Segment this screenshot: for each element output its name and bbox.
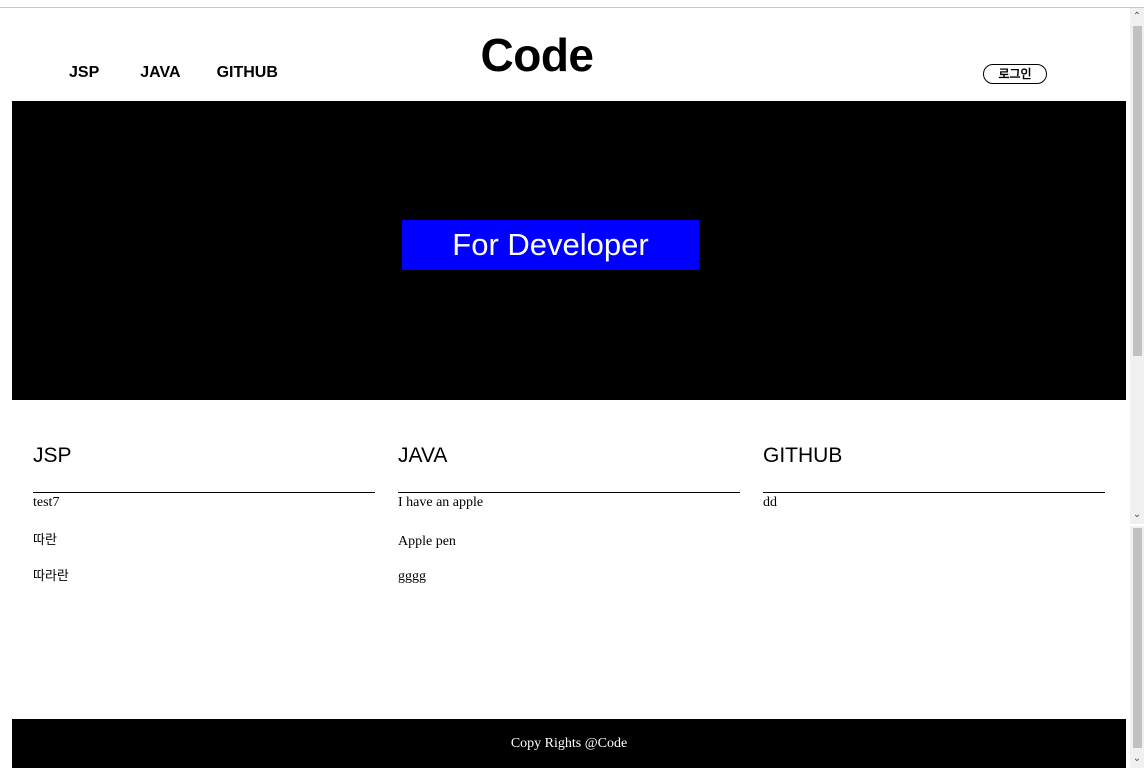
- post-list: I have an apple Apple pen gggg: [398, 493, 740, 601]
- site-logo[interactable]: Code: [12, 28, 1062, 82]
- section-title[interactable]: JSP: [33, 444, 375, 493]
- post-item[interactable]: Apple pen: [398, 529, 740, 565]
- section-title[interactable]: JAVA: [398, 444, 740, 493]
- hero-tagline: For Developer: [402, 220, 699, 270]
- page: JSP JAVA GITHUB Code 로그인 For Developer J…: [12, 8, 1126, 768]
- post-list: test7 따란 따라란: [33, 493, 375, 601]
- chevron-down-icon[interactable]: ⌄: [1130, 508, 1144, 522]
- post-list: dd: [763, 493, 1105, 529]
- post-item[interactable]: dd: [763, 493, 1105, 529]
- scrollbar-lower[interactable]: ⌄: [1130, 526, 1144, 768]
- scrollbar-thumb[interactable]: [1133, 528, 1142, 748]
- footer-copyright: Copy Rights @Code: [510, 736, 628, 751]
- post-item[interactable]: test7: [33, 493, 375, 529]
- post-item[interactable]: 따라란: [33, 565, 375, 601]
- scrollbar-thumb[interactable]: [1133, 26, 1142, 356]
- post-item[interactable]: 따란: [33, 529, 375, 565]
- login-button[interactable]: 로그인: [983, 64, 1047, 84]
- footer: Copy Rights @Code: [12, 719, 1126, 768]
- section-title[interactable]: GITHUB: [763, 444, 1105, 493]
- section-java: JAVA I have an apple Apple pen gggg: [398, 444, 740, 601]
- chevron-up-icon[interactable]: ⌃: [1130, 10, 1144, 24]
- scrollbar-upper[interactable]: ⌃ ⌄: [1130, 8, 1144, 524]
- section-jsp: JSP test7 따란 따라란: [33, 444, 375, 601]
- chevron-down-icon[interactable]: ⌄: [1130, 752, 1144, 766]
- section-github: GITHUB dd: [763, 444, 1105, 529]
- hero-banner: For Developer: [12, 101, 1126, 400]
- post-item[interactable]: gggg: [398, 565, 740, 601]
- post-item[interactable]: I have an apple: [398, 493, 740, 529]
